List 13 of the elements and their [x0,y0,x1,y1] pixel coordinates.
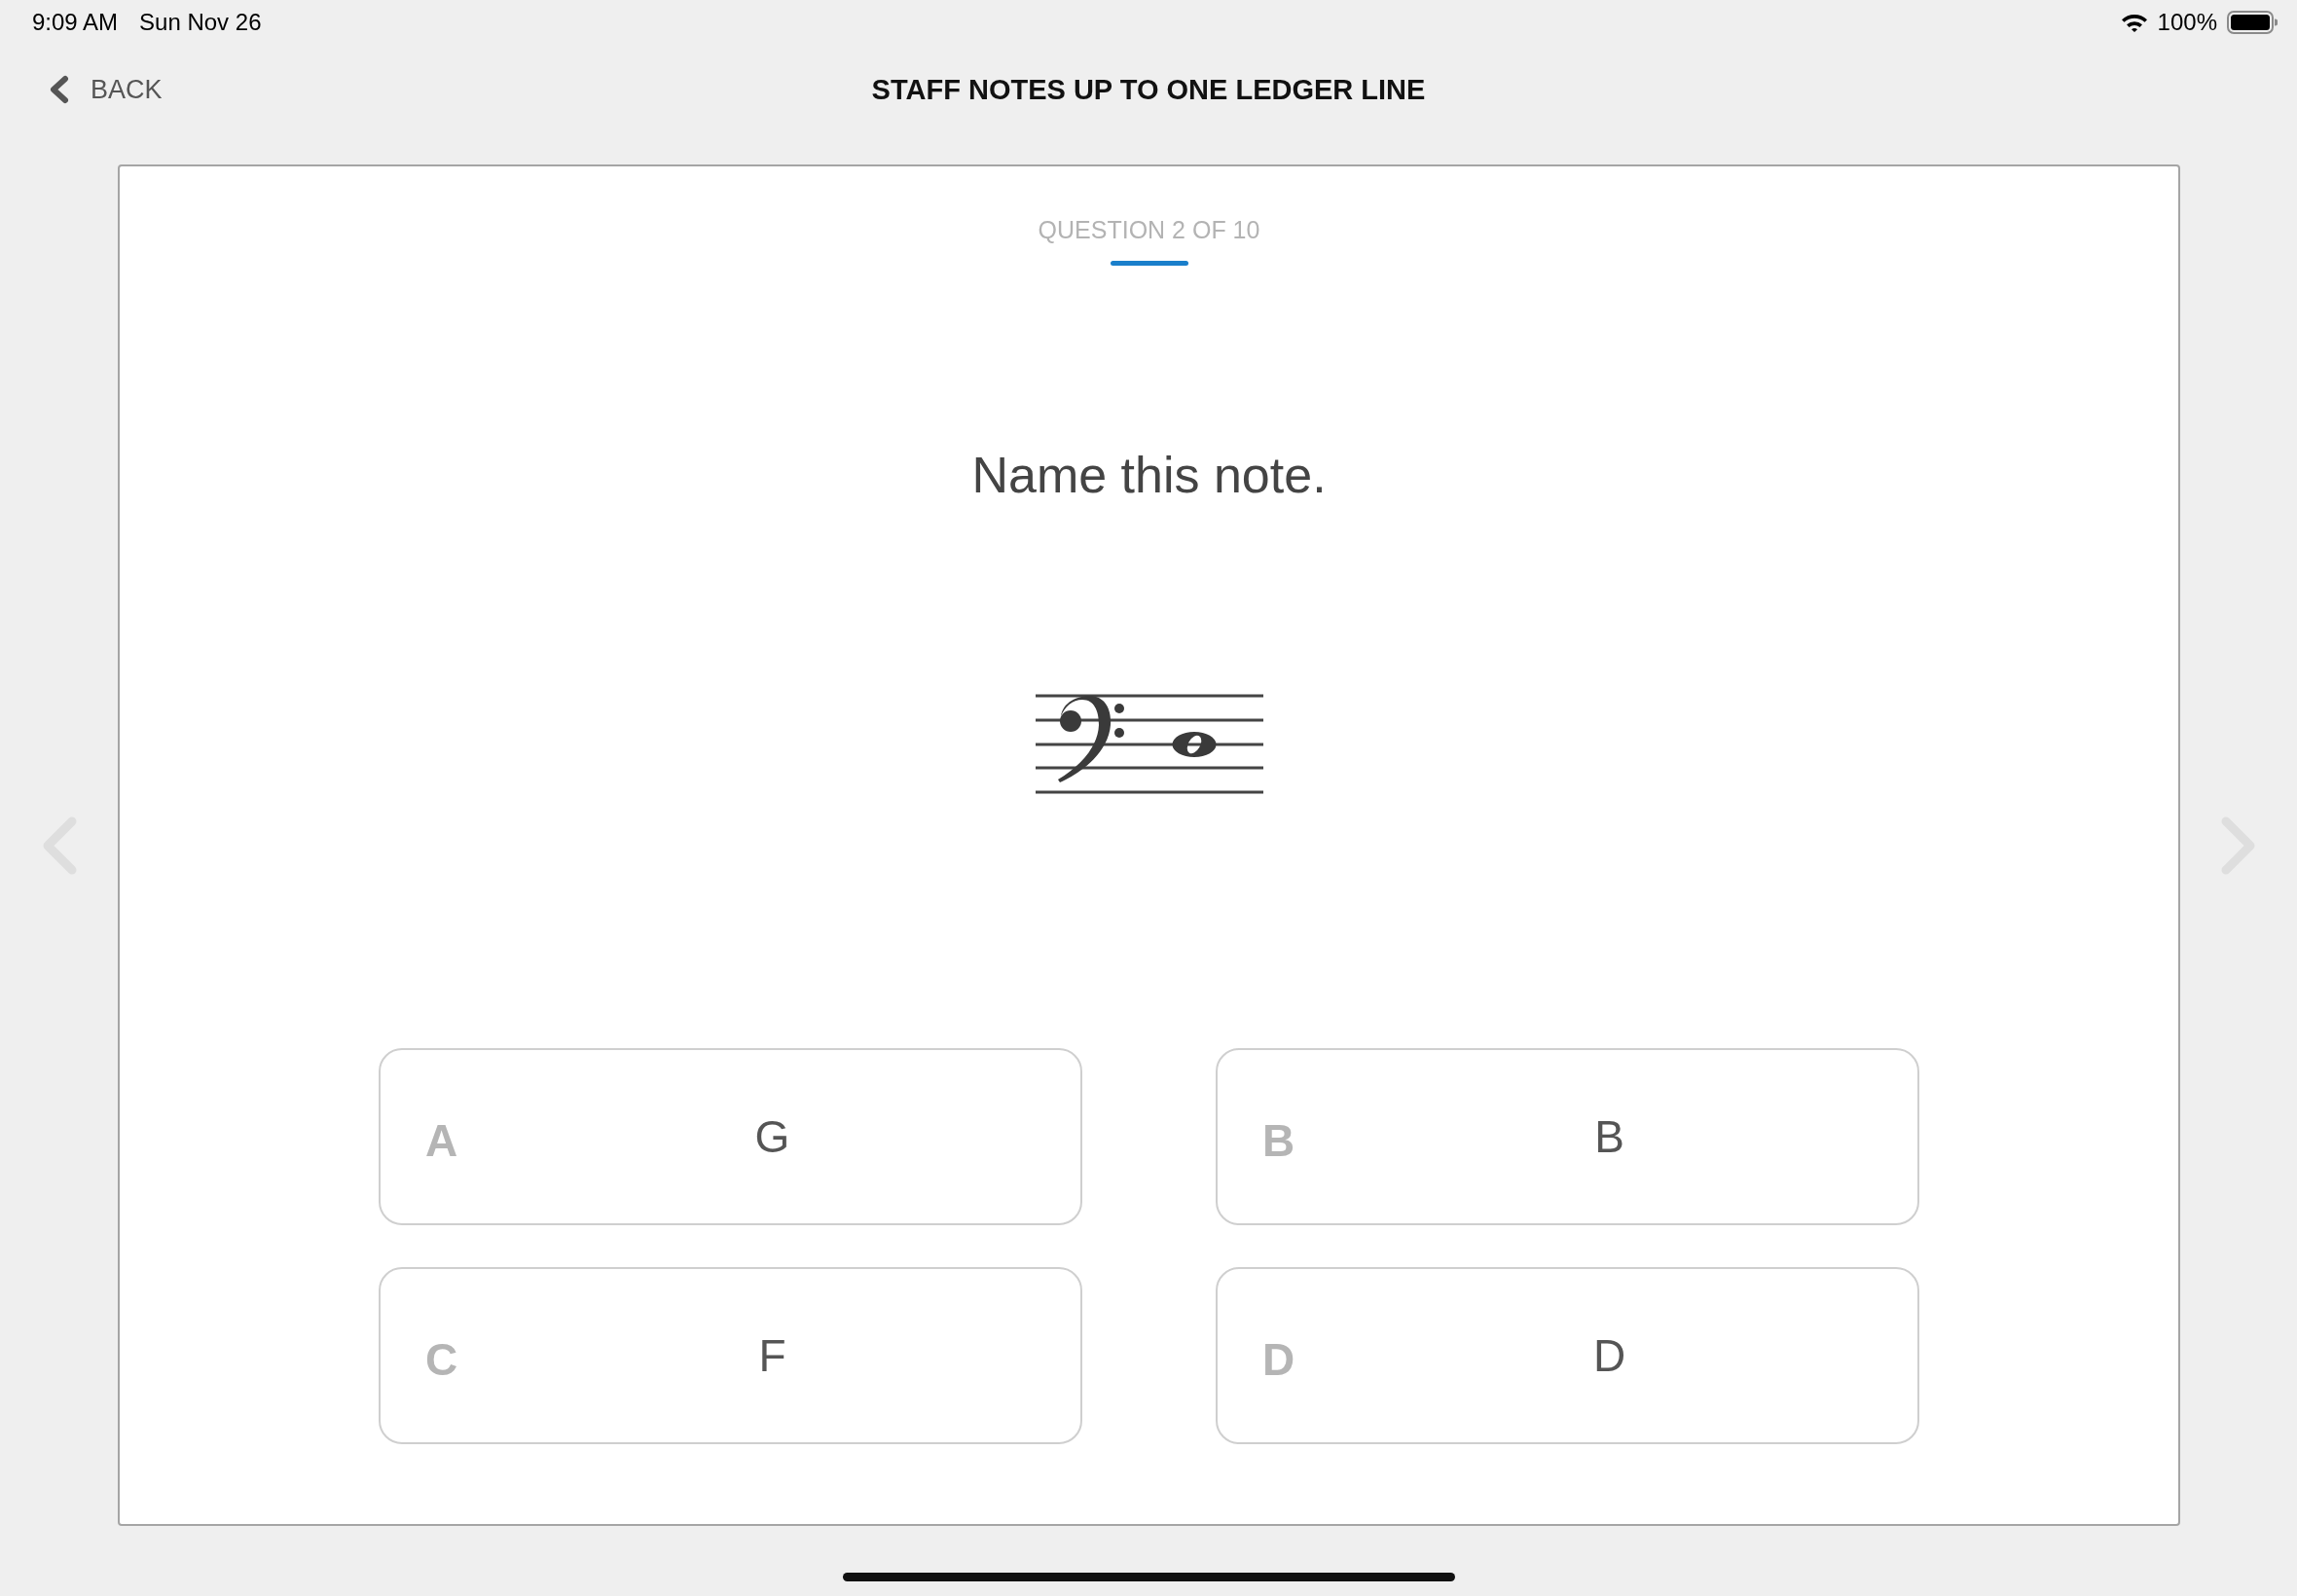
answer-button[interactable]: A G [379,1048,1082,1225]
back-button[interactable]: BACK [47,74,163,105]
question-counter: QUESTION 2 OF 10 [1038,215,1260,244]
status-time: 9:09 AM [32,9,119,36]
answer-button[interactable]: D D [1216,1267,1919,1444]
question-prompt: Name this note. [971,446,1327,504]
page-title: STAFF NOTES UP TO ONE LEDGER LINE [871,73,1426,106]
status-date: Sun Nov 26 [139,9,262,36]
wifi-icon [2120,13,2148,32]
battery-icon [2227,11,2278,34]
battery-percentage: 100% [2157,9,2217,36]
answer-button[interactable]: C F [379,1267,1082,1444]
answer-button[interactable]: B B [1216,1048,1919,1225]
